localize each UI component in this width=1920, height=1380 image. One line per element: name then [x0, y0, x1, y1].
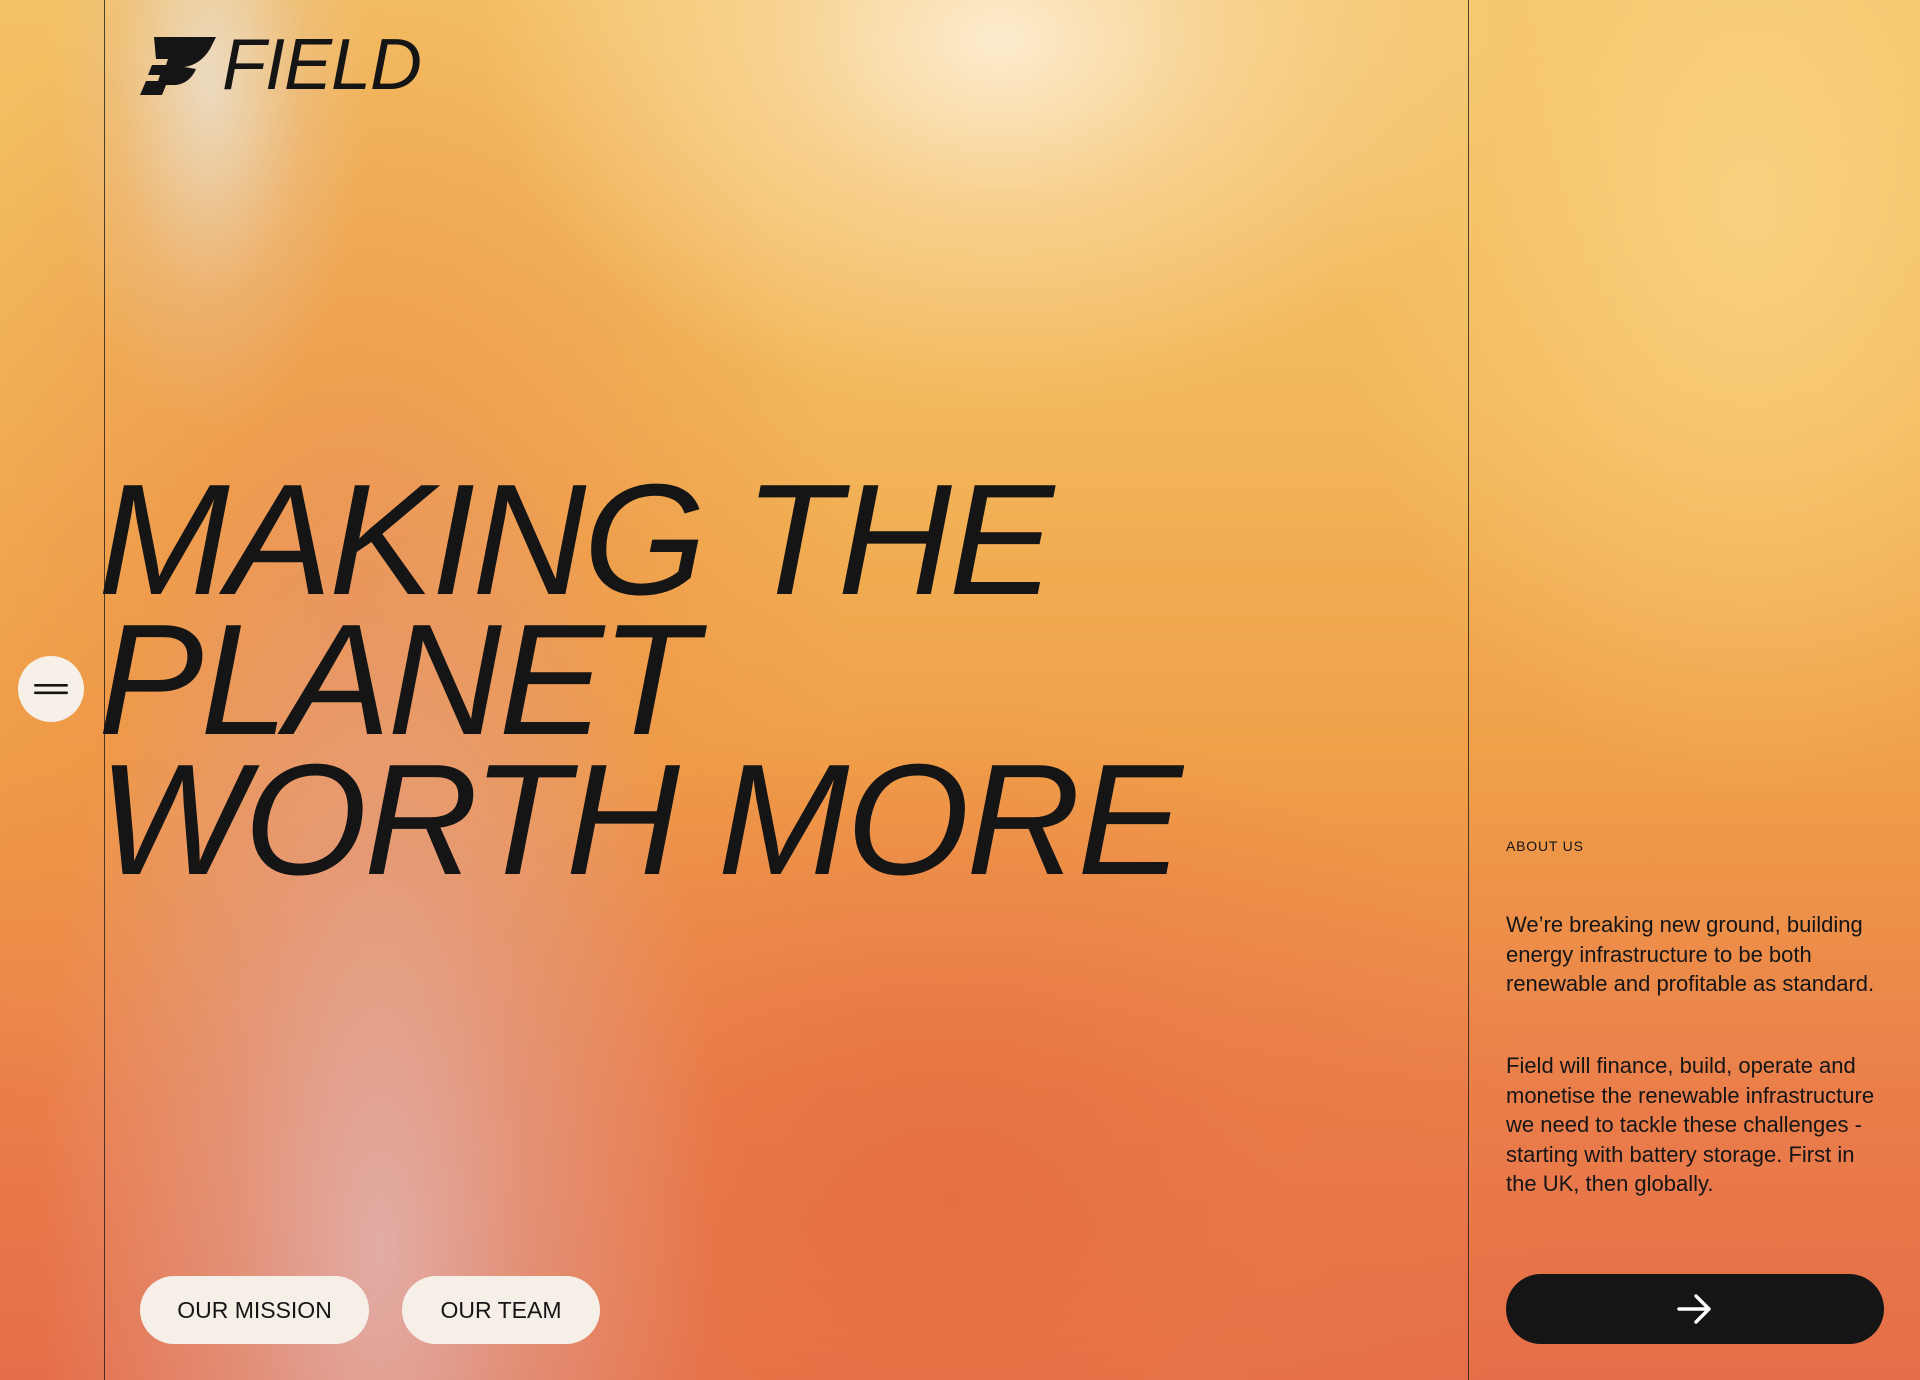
our-mission-button[interactable]: OUR MISSION [140, 1276, 369, 1344]
next-arrow-button[interactable] [1506, 1274, 1884, 1344]
right-divider-line [1468, 0, 1469, 1380]
brand-logo[interactable]: FIELD [140, 25, 422, 105]
about-paragraph-1: We’re breaking new ground, building ener… [1506, 912, 1875, 996]
about-paragraph-2: Field will finance, build, operate and m… [1506, 1053, 1875, 1196]
our-team-label: OUR TEAM [440, 1296, 562, 1323]
about-us-label: ABOUT US [1506, 838, 1584, 854]
menu-button[interactable] [18, 656, 84, 722]
hero-line-3: WORTH MORE [98, 732, 1183, 908]
brand-name: FIELD [222, 25, 422, 105]
hero-line-1: MAKING THE [98, 452, 1054, 628]
hamburger-menu-icon [34, 684, 68, 695]
hero-line-2: PLANET [98, 592, 698, 768]
our-mission-label: OUR MISSION [177, 1296, 332, 1323]
our-team-button[interactable]: OUR TEAM [402, 1276, 600, 1344]
arrow-right-icon [1677, 1294, 1711, 1324]
field-logo-icon [140, 37, 216, 95]
hero-headline: MAKING THE PLANET WORTH MORE [98, 452, 1183, 908]
